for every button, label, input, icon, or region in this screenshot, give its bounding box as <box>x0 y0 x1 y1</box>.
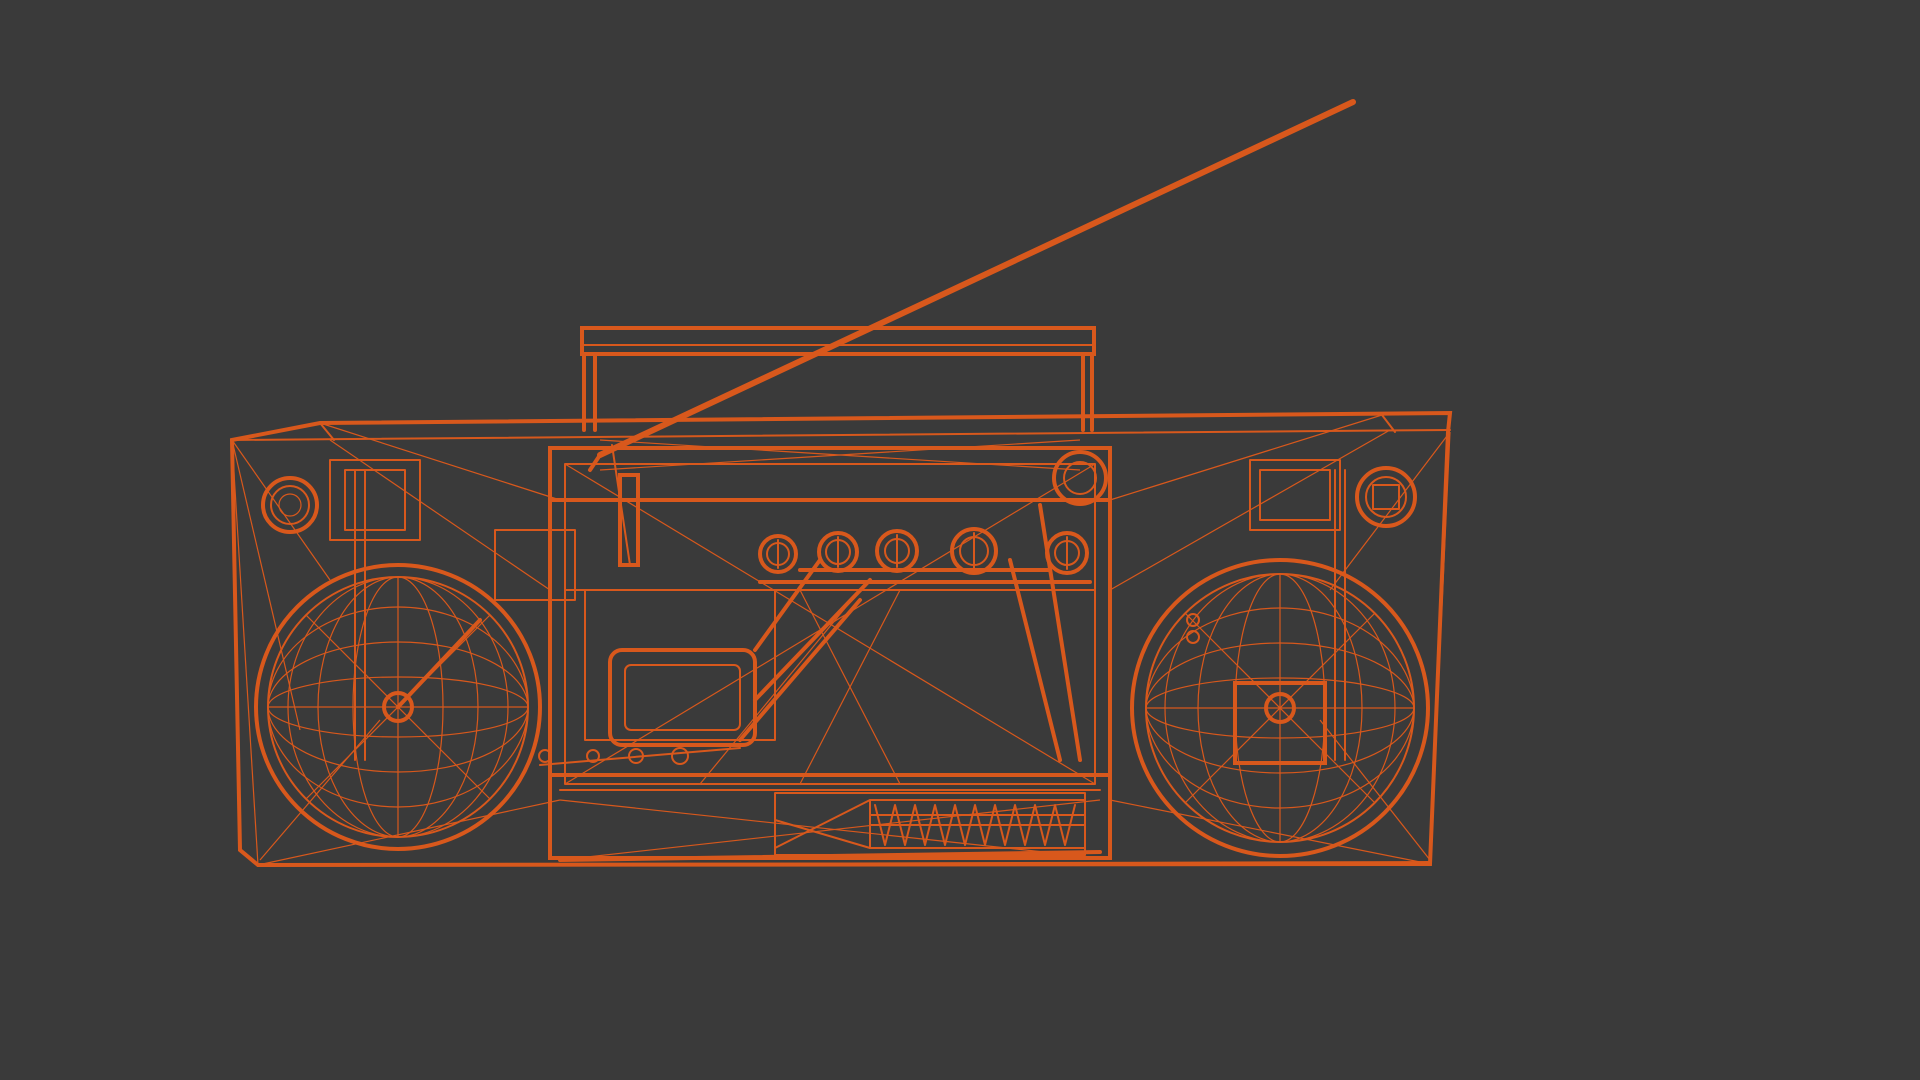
right-tweeter <box>1355 466 1417 528</box>
bottom-grille <box>774 792 1086 856</box>
antenna <box>588 99 1356 567</box>
knob-2 <box>817 531 859 573</box>
left-speaker <box>254 563 542 851</box>
knob-4 <box>950 527 998 575</box>
right-speaker <box>1130 558 1430 858</box>
wireframe-model <box>229 99 1453 868</box>
left-tweeter <box>261 476 319 534</box>
knob-3 <box>875 529 919 573</box>
top-knob <box>1052 450 1108 506</box>
knob-1 <box>758 534 798 574</box>
knob-5 <box>1045 531 1089 575</box>
body <box>229 410 1453 868</box>
3d-viewport[interactable] <box>0 0 1920 1080</box>
